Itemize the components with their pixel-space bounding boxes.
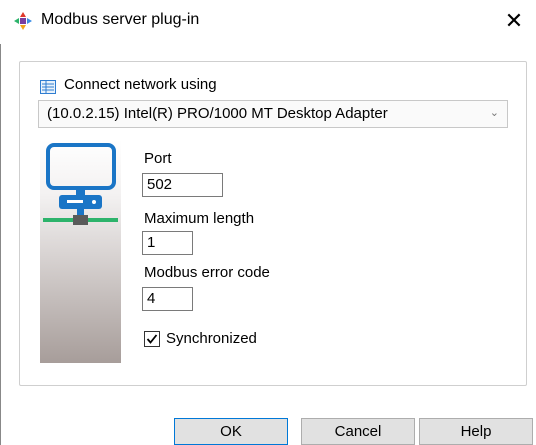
window-border	[0, 44, 1, 445]
synchronized-checkbox[interactable]	[144, 331, 160, 347]
cancel-button[interactable]: Cancel	[301, 418, 415, 445]
maximum-length-input[interactable]: 1	[142, 231, 193, 255]
server-illustration	[40, 140, 121, 363]
help-button[interactable]: Help	[419, 418, 533, 445]
network-adapter-select[interactable]: (10.0.2.15) Intel(R) PRO/1000 MT Desktop…	[38, 100, 508, 128]
network-adapter-value: (10.0.2.15) Intel(R) PRO/1000 MT Desktop…	[47, 105, 388, 122]
port-label: Port	[144, 150, 172, 167]
maximum-length-label: Maximum length	[144, 210, 255, 227]
title-bar: Modbus server plug-in ✕	[0, 0, 536, 44]
plugin-app-icon	[14, 12, 32, 30]
close-button[interactable]: ✕	[498, 6, 530, 36]
connect-network-label: Connect network using	[64, 76, 217, 93]
synchronized-label: Synchronized	[166, 330, 257, 347]
close-icon: ✕	[504, 8, 524, 33]
window-title: Modbus server plug-in	[41, 11, 200, 28]
network-card-icon	[40, 80, 56, 94]
modbus-error-code-label: Modbus error code	[144, 264, 270, 281]
chevron-down-icon: ⌄	[489, 107, 499, 119]
port-input[interactable]: 502	[142, 173, 223, 197]
modbus-error-code-input[interactable]: 4	[142, 287, 193, 311]
checkmark-icon	[146, 334, 158, 344]
ok-button[interactable]: OK	[174, 418, 288, 445]
